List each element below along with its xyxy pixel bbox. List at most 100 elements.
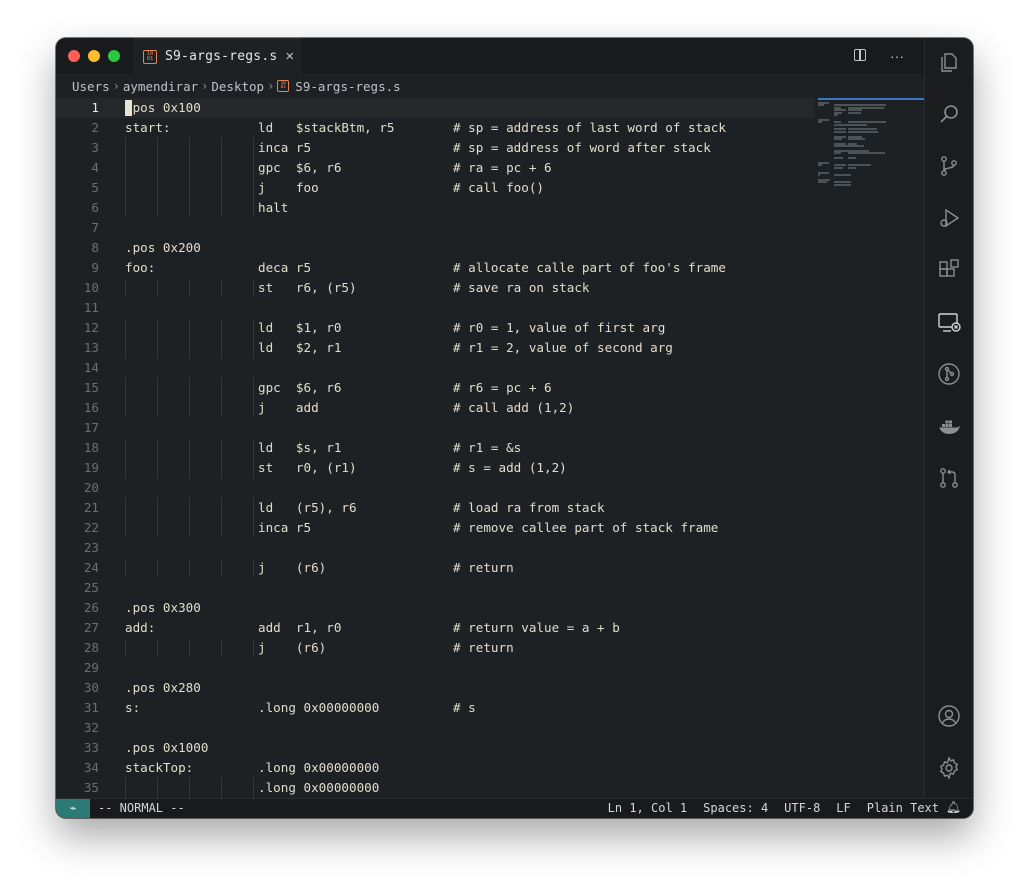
code-line[interactable]: 34 stackTop: .long 0x00000000 [56, 758, 924, 778]
code-line[interactable]: 22 inca r5 # remove callee part of stack f… [56, 518, 924, 538]
run-debug-icon[interactable] [937, 206, 961, 230]
code-line[interactable]: 24 j (r6) # return [56, 558, 924, 578]
minimap-line [818, 174, 821, 176]
code-line[interactable]: 30 .pos 0x280 [56, 678, 924, 698]
code-line[interactable]: 17 [56, 418, 924, 438]
extensions-icon[interactable] [937, 258, 961, 282]
code-line[interactable]: 27 add: add r1, r0 # return value = a + b [56, 618, 924, 638]
line-number: 11 [83, 300, 99, 315]
code-line[interactable]: 15 gpc $6, r6 # r6 = pc + 6 [56, 378, 924, 398]
code-line[interactable]: 20 [56, 478, 924, 498]
code-line[interactable]: 26 .pos 0x300 [56, 598, 924, 618]
code-line[interactable]: 29 [56, 658, 924, 678]
minimap-line [834, 166, 844, 169]
language-mode[interactable]: Plain Text [867, 801, 939, 815]
code-line[interactable]: 18 ld $s, r1 # r1 = &s [56, 438, 924, 458]
code-instruction: .long 0x00000000 [258, 760, 380, 775]
more-actions-icon[interactable]: ··· [888, 47, 906, 65]
indent-guide [157, 558, 158, 578]
code-line[interactable]: 2 start: ld $stackBtm, r5 # sp = address of… [56, 118, 924, 138]
indent-guide [253, 138, 254, 158]
code-line[interactable]: 16 j add # call add (1,2) [56, 398, 924, 418]
end-of-line-sequence[interactable]: LF [836, 801, 850, 815]
split-editor-icon [854, 49, 866, 61]
code-line[interactable]: 13 ld $2, r1 # r1 = 2, value of second arg [56, 338, 924, 358]
line-number: 3 [91, 140, 99, 155]
settings-gear-icon[interactable] [937, 756, 961, 780]
line-number: 29 [83, 660, 99, 675]
line-number: 30 [83, 680, 99, 695]
code-line[interactable]: 31 s: .long 0x00000000 # s [56, 698, 924, 718]
code-instruction: .long 0x00000000 [258, 780, 380, 795]
code-line[interactable]: 1 .pos 0x100 [56, 98, 814, 118]
code-instruction: gpc $6, r6 [258, 380, 342, 395]
code-line[interactable]: 14 [56, 358, 924, 378]
code-label: .pos 0x280 [125, 680, 201, 695]
code-instruction: j foo [258, 180, 319, 195]
activity-bar [924, 38, 973, 798]
line-number: 24 [83, 560, 99, 575]
code-line[interactable]: 9 foo: deca r5 # allocate calle part of foo… [56, 258, 924, 278]
code-line[interactable]: 12 ld $1, r0 # r0 = 1, value of first arg [56, 318, 924, 338]
code-line[interactable]: 19 st r0, (r1) # s = add (1,2) [56, 458, 924, 478]
indent-guide [125, 458, 126, 478]
breadcrumb-file[interactable]: S9-args-regs.s [295, 79, 400, 94]
minimap-line [834, 114, 839, 116]
minimap[interactable] [818, 98, 924, 218]
line-number: 31 [83, 700, 99, 715]
code-line[interactable]: 33 .pos 0x1000 [56, 738, 924, 758]
notifications-bell-icon[interactable]: 🔔︎ [946, 800, 961, 814]
indent-guide [189, 558, 190, 578]
code-line[interactable]: 6 halt [56, 198, 924, 218]
breadcrumb-item[interactable]: Desktop [211, 79, 264, 94]
indent-guide [221, 398, 222, 418]
code-line[interactable]: 21 ld (r5), r6 # load ra from stack [56, 498, 924, 518]
git-graph-icon[interactable] [937, 362, 961, 386]
indent-guide [221, 498, 222, 518]
indent-guide [157, 498, 158, 518]
cursor-position[interactable]: Ln 1, Col 1 [608, 801, 687, 815]
files-icon[interactable] [937, 50, 961, 74]
split-editor-button[interactable] [854, 47, 872, 65]
code-label: foo: [125, 260, 156, 275]
file-encoding[interactable]: UTF-8 [784, 801, 820, 815]
zoom-window-button[interactable] [108, 50, 120, 62]
line-number: 27 [83, 620, 99, 635]
code-line[interactable]: 10 st r6, (r5) # save ra on stack [56, 278, 924, 298]
code-line[interactable]: 3 inca r5 # sp = address of word after sta… [56, 138, 924, 158]
editor-tab[interactable]: 10 01 S9-args-regs.s × [133, 38, 302, 74]
code-line[interactable]: 11 [56, 298, 924, 318]
code-label: start: [125, 120, 171, 135]
code-line[interactable]: 8 .pos 0x200 [56, 238, 924, 258]
code-line[interactable]: 23 [56, 538, 924, 558]
editor-window: 10 01 S9-args-regs.s × ··· Users › aymen… [56, 38, 973, 818]
code-line[interactable]: 28 j (r6) # return [56, 638, 924, 658]
code-line[interactable]: 35 .long 0x00000000 [56, 778, 924, 798]
indent-guide [157, 518, 158, 538]
status-items: Ln 1, Col 1 Spaces: 4 UTF-8 LF Plain Tex… [608, 801, 939, 815]
close-window-button[interactable] [68, 50, 80, 62]
close-tab-icon[interactable]: × [285, 49, 294, 64]
docker-icon[interactable] [937, 414, 961, 438]
pull-request-icon[interactable] [937, 466, 961, 490]
breadcrumb-item[interactable]: aymendirar [123, 79, 198, 94]
remote-explorer-icon[interactable] [937, 310, 961, 334]
code-line[interactable]: 7 [56, 218, 924, 238]
code-label: .pos 0x100 [125, 100, 201, 115]
code-instruction: ld $stackBtm, r5 [258, 120, 395, 135]
account-icon[interactable] [937, 704, 961, 728]
search-icon[interactable] [937, 102, 961, 126]
minimize-window-button[interactable] [88, 50, 100, 62]
source-control-icon[interactable] [937, 154, 961, 178]
code-line[interactable]: 32 [56, 718, 924, 738]
code-line[interactable]: 25 [56, 578, 924, 598]
breadcrumb-item[interactable]: Users [72, 79, 110, 94]
code-line[interactable]: 4 gpc $6, r6 # ra = pc + 6 [56, 158, 924, 178]
indent-guide [253, 398, 254, 418]
code-line[interactable]: 5 j foo # call foo() [56, 178, 924, 198]
remote-indicator-button[interactable]: ⌁ [56, 799, 90, 818]
indent-guide [157, 278, 158, 298]
code-editor[interactable]: 1 .pos 0x100 2 start: ld $stackBtm, r5 # sp =… [56, 98, 924, 798]
indentation-setting[interactable]: Spaces: 4 [703, 801, 768, 815]
minimap-line [848, 123, 867, 126]
